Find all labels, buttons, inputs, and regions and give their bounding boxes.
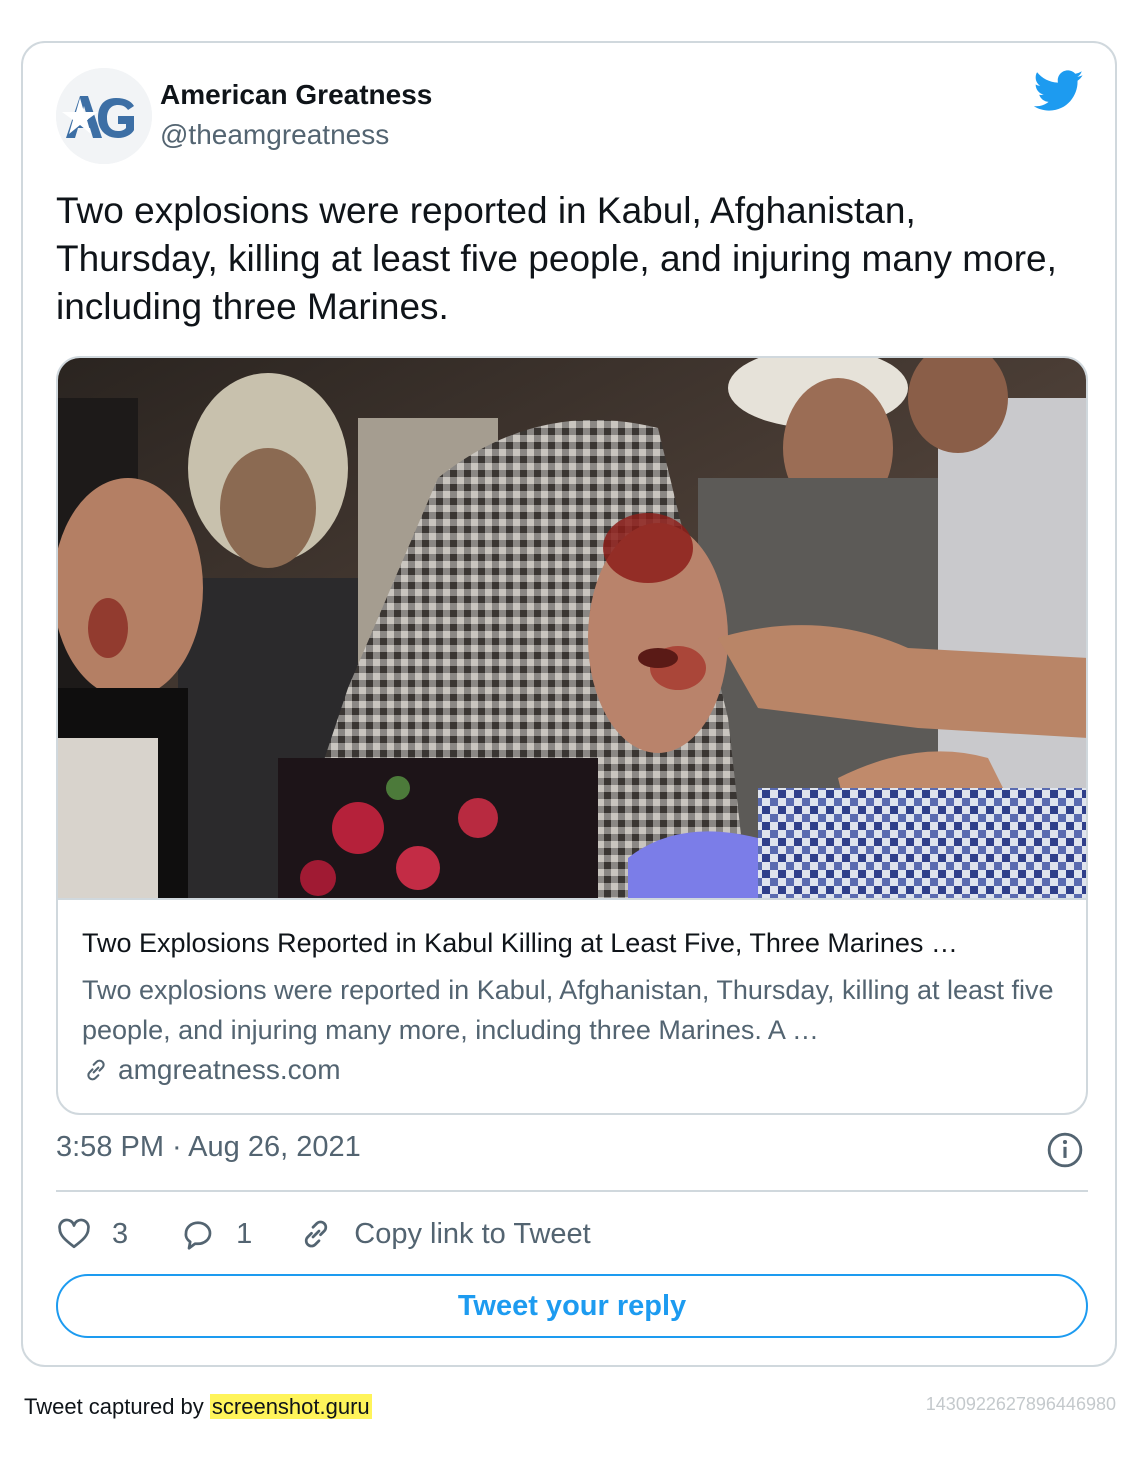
link-preview-body[interactable]: Two Explosions Reported in Kabul Killing…	[58, 898, 1086, 1113]
tweet-actions: 3 1 Copy link to Tweet	[56, 1211, 591, 1257]
capture-credit-site[interactable]: screenshot.guru	[209, 1394, 372, 1419]
copy-link-button[interactable]: Copy link to Tweet	[298, 1216, 591, 1252]
tweet-timestamp[interactable]: 3:58 PM · Aug 26, 2021	[56, 1131, 361, 1164]
author-name[interactable]: American Greatness	[160, 79, 432, 111]
tweet-your-reply-button[interactable]: Tweet your reply	[56, 1274, 1088, 1338]
capture-credit: Tweet captured by screenshot.guru	[24, 1394, 372, 1420]
link-preview-domain-text[interactable]: amgreatness.com	[118, 1054, 341, 1086]
twitter-bird-icon[interactable]	[1034, 70, 1084, 112]
ag-logo-icon	[56, 68, 152, 164]
heart-icon	[58, 1218, 90, 1249]
info-icon[interactable]	[1046, 1131, 1084, 1169]
link-preview-domain[interactable]: amgreatness.com	[82, 1054, 341, 1086]
like-count: 3	[112, 1217, 129, 1250]
tweet-card: American Greatness @theamgreatness Two e…	[21, 41, 1117, 1367]
link-icon	[305, 1220, 328, 1248]
copy-link-label[interactable]: Copy link to Tweet	[354, 1218, 590, 1251]
reply-count: 1	[236, 1217, 253, 1250]
author-handle[interactable]: @theamgreatness	[160, 119, 389, 151]
avatar[interactable]	[56, 68, 152, 164]
divider	[56, 1190, 1088, 1192]
reply-button[interactable]: 1	[180, 1216, 252, 1252]
news-photo[interactable]	[58, 358, 1086, 898]
reply-bubble-icon	[184, 1221, 212, 1250]
tweet-id: 1430922627896446980	[925, 1394, 1116, 1414]
tweet-text: Two explosions were reported in Kabul, A…	[56, 190, 1057, 327]
news-photo-image	[58, 358, 1086, 898]
link-preview-title[interactable]: Two Explosions Reported in Kabul Killing…	[82, 928, 1062, 959]
link-preview-description: Two explosions were reported in Kabul, A…	[82, 975, 1054, 1045]
like-button[interactable]: 3	[56, 1216, 128, 1252]
link-icon	[87, 1059, 105, 1081]
capture-credit-prefix: Tweet captured by	[24, 1394, 210, 1419]
link-preview-card[interactable]: Two Explosions Reported in Kabul Killing…	[56, 356, 1088, 1115]
